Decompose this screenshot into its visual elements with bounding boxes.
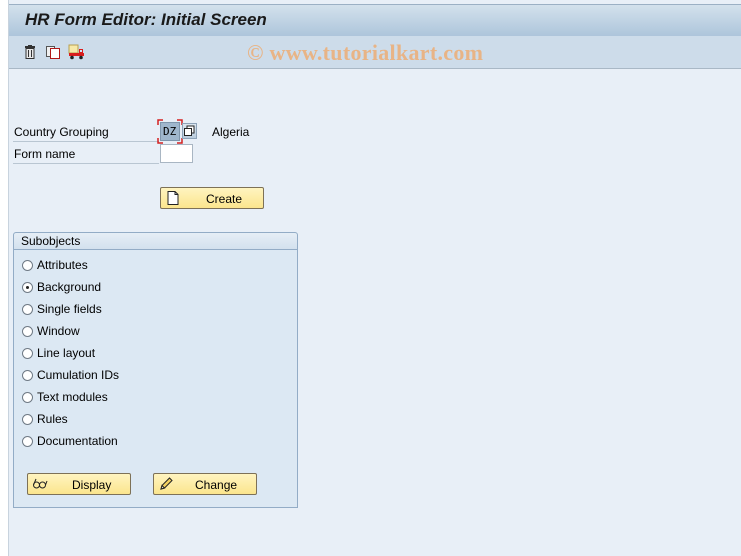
new-document-icon <box>167 191 179 205</box>
page-title: HR Form Editor: Initial Screen <box>25 10 267 29</box>
label-underline <box>13 163 159 164</box>
focus-frame-icon <box>157 119 183 144</box>
radio-button[interactable] <box>22 260 33 271</box>
radio-button[interactable] <box>22 326 33 337</box>
trash-icon[interactable] <box>22 44 38 60</box>
radio-label: Background <box>37 280 102 294</box>
display-button[interactable]: Display <box>27 473 131 495</box>
radio-label: Line layout <box>37 346 96 360</box>
subobjects-title: Subobjects <box>21 234 81 248</box>
form-name-label: Form name <box>14 147 76 161</box>
radio-button[interactable] <box>22 414 33 425</box>
subobjects-group: Subobjects Attributes Background Single … <box>13 232 298 508</box>
value-help-button[interactable] <box>182 123 197 139</box>
country-grouping-label: Country Grouping <box>14 125 109 139</box>
glasses-icon <box>33 478 48 489</box>
radio-button[interactable] <box>22 392 33 403</box>
f4-help-icon <box>184 125 195 136</box>
radio-button[interactable] <box>22 348 33 359</box>
truck-icon[interactable] <box>68 44 84 60</box>
sap-window: HR Form Editor: Initial Screen © www.tut… <box>8 0 741 556</box>
radio-label: Text modules <box>37 390 108 404</box>
radio-button[interactable] <box>22 304 33 315</box>
country-description: Algeria <box>212 125 250 139</box>
display-button-label: Display <box>72 478 112 492</box>
radio-label: Cumulation IDs <box>37 368 120 382</box>
create-button[interactable]: Create <box>160 187 264 209</box>
radio-label: Single fields <box>37 302 102 316</box>
create-button-label: Create <box>206 192 243 206</box>
pencil-icon <box>160 477 173 490</box>
title-bar: HR Form Editor: Initial Screen <box>9 4 741 37</box>
change-button-label: Change <box>195 478 238 492</box>
radio-label: Attributes <box>37 258 88 272</box>
change-button[interactable]: Change <box>153 473 257 495</box>
radio-label: Rules <box>37 412 68 426</box>
copy-icon[interactable] <box>45 44 61 60</box>
form-name-input[interactable] <box>160 144 193 163</box>
application-toolbar: © www.tutorialkart.com <box>9 36 741 69</box>
watermark-text: © www.tutorialkart.com <box>247 40 484 65</box>
radio-button[interactable] <box>22 370 33 381</box>
radio-label: Window <box>37 324 80 338</box>
radio-label: Documentation <box>37 434 118 448</box>
radio-button-selected[interactable] <box>22 282 33 293</box>
radio-button[interactable] <box>22 436 33 447</box>
label-underline <box>13 141 159 142</box>
subobjects-header: Subobjects <box>14 233 297 250</box>
